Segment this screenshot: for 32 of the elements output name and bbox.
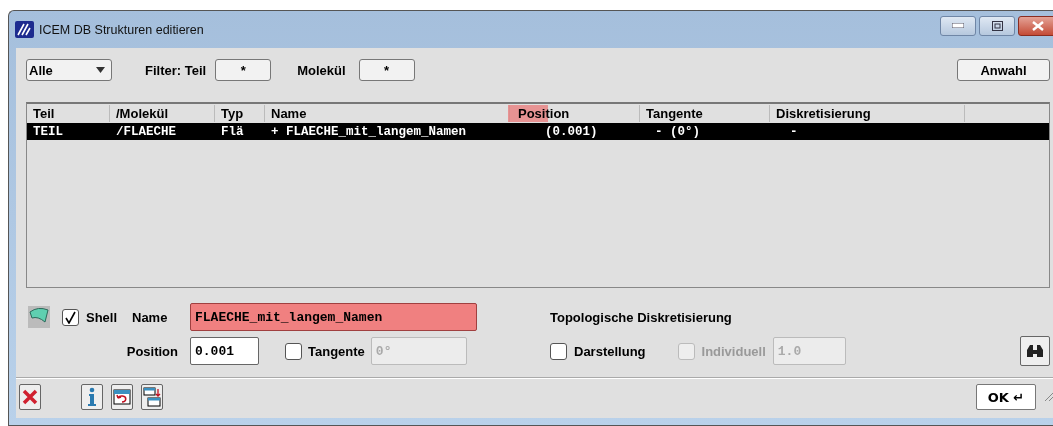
part-filter-button[interactable]: * <box>215 59 272 81</box>
column-header[interactable]: Name <box>265 105 510 122</box>
tangent-label: Tangente <box>308 343 365 359</box>
scope-dropdown[interactable]: Alle <box>26 59 112 81</box>
display-label: Darstellung <box>574 343 646 359</box>
table-cell-text: TEIL <box>32 124 64 139</box>
molecule-filter-button[interactable]: * <box>358 59 415 81</box>
table-cell-text: /FLAECHE <box>115 124 177 139</box>
table-cell-text: Flä <box>220 124 245 139</box>
ok-button[interactable]: OK ↵ <box>976 384 1036 410</box>
position-label: Position <box>126 343 178 359</box>
section-title: Topologische Diskretisierung <box>550 309 732 325</box>
column-header[interactable]: Diskretisierung <box>770 105 965 122</box>
shell-label: Shell <box>86 309 118 325</box>
column-header[interactable]: /Molekül <box>110 105 215 122</box>
table-cell-text: - <box>789 124 799 139</box>
column-header[interactable]: Position <box>510 105 640 122</box>
individual-label: Individuell <box>701 343 766 359</box>
select-button[interactable]: Anwahl <box>957 59 1050 81</box>
table-cell-text: + FLAECHE_mit_langem_Namen <box>270 124 468 139</box>
position-field[interactable]: 0.001 <box>190 337 259 365</box>
column-header[interactable]: Tangente <box>640 105 770 122</box>
column-header[interactable]: Teil <box>27 105 110 122</box>
table-cell-text: - (0°) <box>654 124 701 139</box>
table-cell-text: (0.001) <box>544 124 599 139</box>
name-field[interactable]: FLAECHE_mit_langem_Namen <box>190 303 477 331</box>
filter-label: Filter: Teil <box>145 62 207 78</box>
molecule-label: Molekül <box>297 62 346 78</box>
column-header[interactable]: Typ <box>215 105 265 122</box>
window-title: ICEM DB Strukturen editieren <box>39 22 204 37</box>
name-label: Name <box>132 309 168 325</box>
table-row[interactable]: TEIL /FLAECHE Flä + FLAECHE_mit_langem_Namen (0.001) - (0°) - <box>27 123 1049 140</box>
